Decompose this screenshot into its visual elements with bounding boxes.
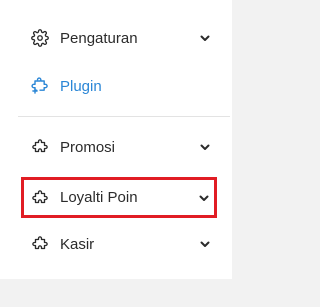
puzzle-icon bbox=[30, 234, 50, 254]
sidebar-menu-panel: Pengaturan Plugin Promosi Loyalti Poin K… bbox=[0, 0, 232, 279]
sidebar-item-plugin[interactable]: Plugin bbox=[18, 66, 218, 106]
sidebar-item-label: Loyalti Poin bbox=[60, 189, 138, 206]
sidebar-item-label: Promosi bbox=[60, 138, 116, 156]
chevron-down-icon[interactable] bbox=[198, 140, 212, 154]
sidebar-item-loyalti-poin[interactable]: Loyalti Poin bbox=[21, 177, 217, 218]
gear-icon bbox=[30, 28, 50, 48]
sidebar-item-kasir[interactable]: Kasir bbox=[18, 224, 218, 264]
menu-divider bbox=[18, 116, 230, 117]
puzzle-icon bbox=[30, 137, 50, 157]
sidebar-item-label: Plugin bbox=[60, 77, 102, 95]
chevron-down-icon[interactable] bbox=[198, 31, 212, 45]
chevron-down-icon[interactable] bbox=[198, 237, 212, 251]
sidebar-item-label: Kasir bbox=[60, 235, 95, 253]
sidebar-item-label: Pengaturan bbox=[60, 29, 138, 47]
sidebar-item-promosi[interactable]: Promosi bbox=[18, 127, 218, 167]
puzzle-icon bbox=[30, 188, 50, 208]
sidebar-item-pengaturan[interactable]: Pengaturan bbox=[18, 18, 218, 58]
chevron-down-icon[interactable] bbox=[197, 191, 211, 205]
puzzle-plus-icon bbox=[30, 76, 50, 96]
